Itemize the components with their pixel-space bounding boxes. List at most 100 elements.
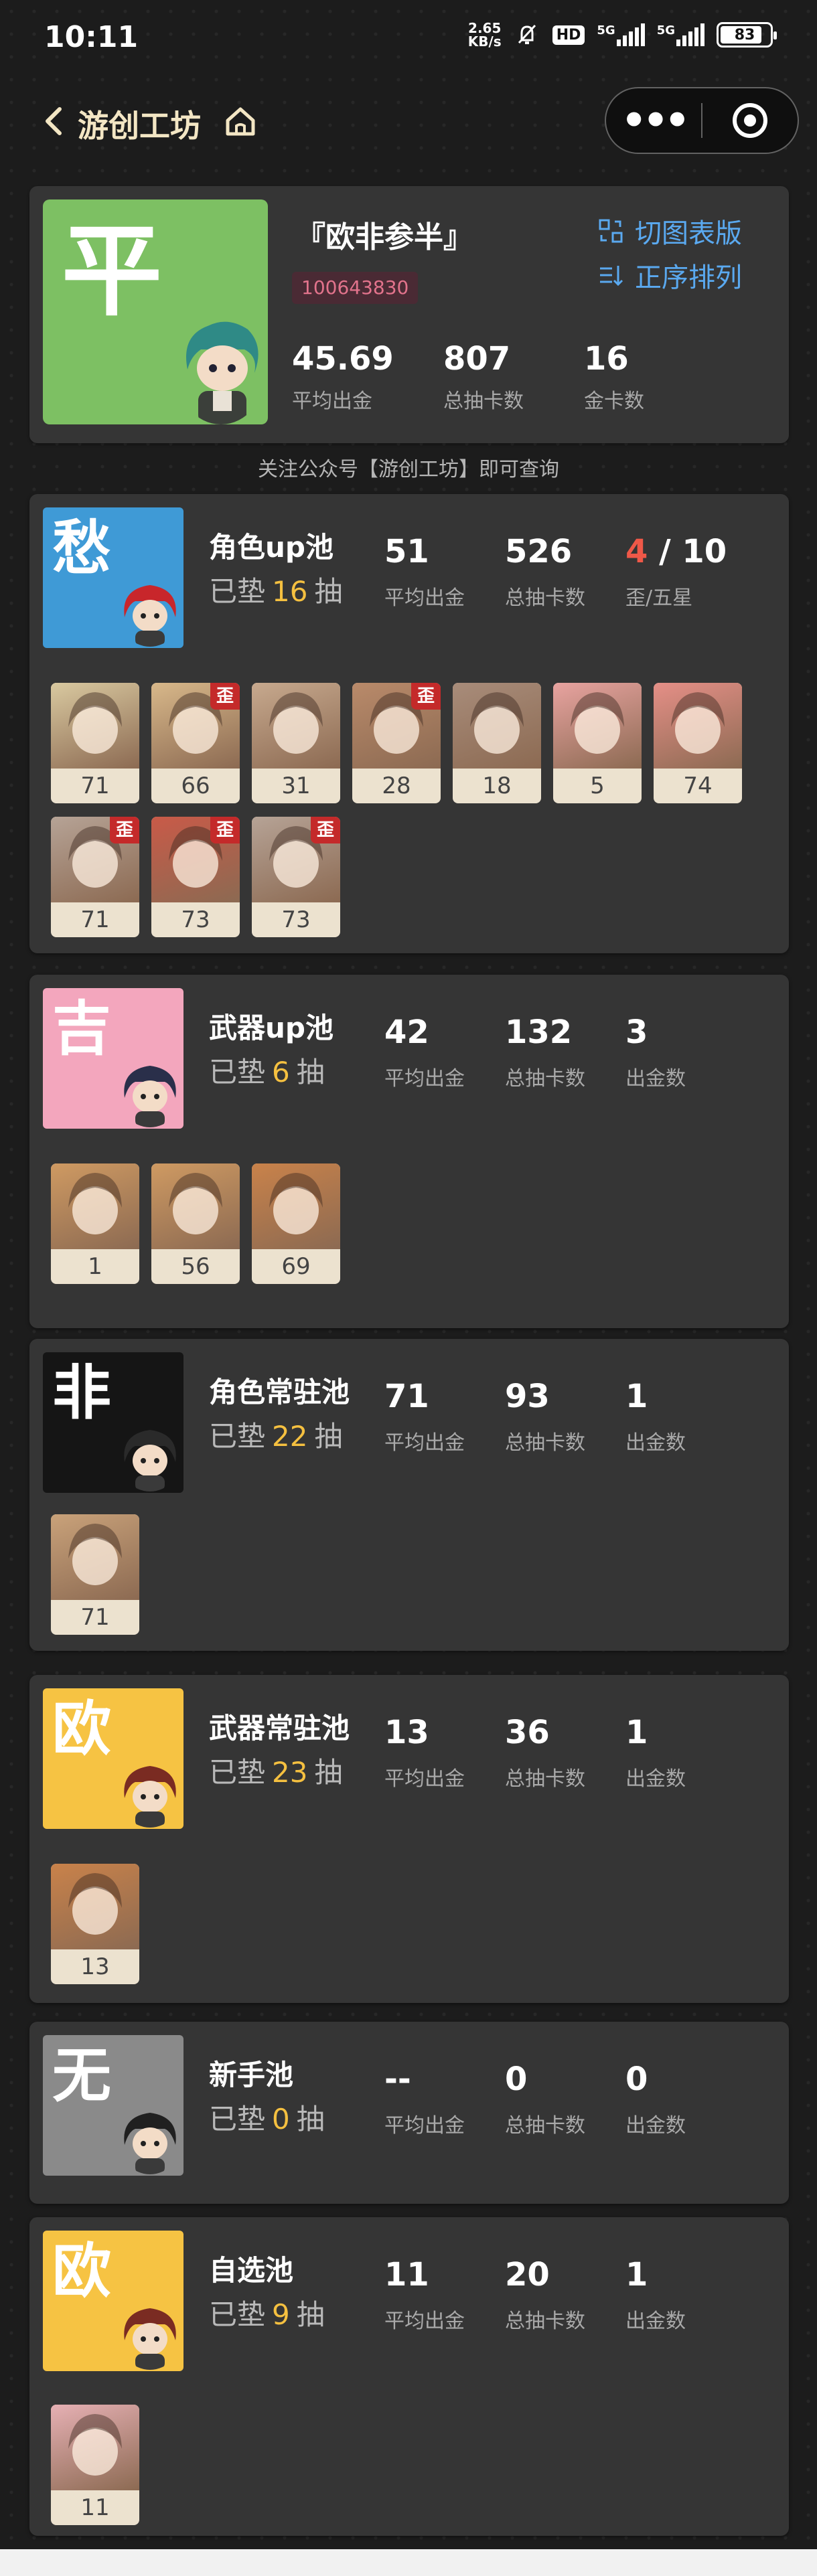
stat-label: 出金数 bbox=[625, 2114, 686, 2138]
pull-history-list: 13 bbox=[51, 1864, 788, 1984]
more-icon: ••• bbox=[621, 97, 690, 144]
stat-label: 总抽卡数 bbox=[505, 1431, 585, 1455]
stat-label: 歪/五星 bbox=[625, 586, 693, 610]
stat-value: 526 bbox=[505, 533, 573, 570]
pool-stat: 526 总抽卡数 bbox=[505, 533, 585, 611]
pool-stat: 1 出金数 bbox=[625, 1714, 686, 1791]
pull-card[interactable]: 71 bbox=[51, 683, 139, 803]
sort-order-label: 正序排列 bbox=[635, 262, 742, 293]
pull-card[interactable]: 56 bbox=[151, 1163, 240, 1284]
pool-rating-char: 欧 bbox=[52, 2237, 112, 2306]
pool-stat: 0 总抽卡数 bbox=[505, 2061, 585, 2138]
pull-history-list: 1 56 69 bbox=[51, 1163, 788, 1284]
pool-stat: 51 平均出金 bbox=[384, 533, 465, 611]
pool-name: 自选池 bbox=[209, 2254, 294, 2287]
character-portrait bbox=[51, 1514, 139, 1600]
target-icon bbox=[732, 103, 767, 138]
switch-chart-button[interactable]: 切图表版 bbox=[597, 212, 742, 250]
stat-label: 平均出金 bbox=[384, 1067, 465, 1091]
close-miniprogram-button[interactable] bbox=[702, 88, 798, 153]
pull-card[interactable]: 18 bbox=[453, 683, 541, 803]
pull-card[interactable]: 11 bbox=[51, 2405, 139, 2525]
stat-value: 132 bbox=[505, 1014, 573, 1051]
pool-stat: 1 出金数 bbox=[625, 2256, 686, 2334]
pool-name: 武器常驻池 bbox=[209, 1712, 350, 1745]
pull-count: 13 bbox=[80, 1953, 110, 1980]
pool-stat: 0 出金数 bbox=[625, 2061, 686, 2138]
stat-value: -- bbox=[384, 2061, 411, 2098]
overall-avg-stat: 45.69 平均出金 bbox=[292, 340, 394, 413]
overall-rating-char: 平 bbox=[62, 214, 163, 330]
pull-card[interactable]: 歪 71 bbox=[51, 817, 139, 937]
stat-value: 4 / 10 bbox=[625, 533, 727, 570]
pull-card[interactable]: 71 bbox=[51, 1514, 139, 1635]
pull-card[interactable]: 74 bbox=[654, 683, 742, 803]
overall-gold-stat: 16 金卡数 bbox=[584, 340, 644, 413]
pool-stat: 132 总抽卡数 bbox=[505, 1014, 585, 1091]
character-portrait bbox=[252, 1163, 340, 1249]
odd-badge: 歪 bbox=[210, 683, 240, 710]
character-portrait bbox=[553, 683, 642, 769]
odd-badge: 歪 bbox=[210, 817, 240, 843]
stat-value: 1 bbox=[625, 1378, 648, 1415]
pull-card[interactable]: 歪 28 bbox=[352, 683, 441, 803]
miniprogram-capsule: ••• bbox=[605, 87, 799, 154]
pity-text: 已垫 6 抽 bbox=[209, 1056, 325, 1089]
switch-chart-label: 切图表版 bbox=[635, 218, 742, 249]
status-indicators: 2.65 KB/s HD 5G 5G 83 bbox=[467, 20, 777, 50]
pity-count: 22 bbox=[272, 1420, 308, 1453]
character-portrait bbox=[51, 1163, 139, 1249]
pull-count: 74 bbox=[683, 773, 713, 799]
pull-card[interactable]: 13 bbox=[51, 1864, 139, 1984]
avatar bbox=[174, 309, 268, 424]
character-portrait bbox=[654, 683, 742, 769]
pool-stat: 11 平均出金 bbox=[384, 2256, 465, 2334]
stat-value: 3 bbox=[625, 1014, 648, 1051]
status-bar: 10:11 2.65 KB/s HD 5G 5G 83 bbox=[0, 0, 817, 74]
back-icon[interactable] bbox=[40, 106, 67, 137]
network-speed: 2.65 KB/s bbox=[467, 20, 502, 50]
avatar bbox=[118, 577, 182, 647]
pool-stat: -- 平均出金 bbox=[384, 2061, 465, 2138]
sort-order-button[interactable]: 正序排列 bbox=[597, 256, 742, 295]
hd-badge: HD bbox=[552, 25, 585, 45]
stat-label: 出金数 bbox=[625, 1067, 686, 1091]
pull-count: 71 bbox=[80, 1604, 110, 1631]
stat-value: 93 bbox=[505, 1378, 550, 1415]
stat-label: 总抽卡数 bbox=[505, 2114, 585, 2138]
stat-label: 总抽卡数 bbox=[505, 586, 585, 610]
pull-card[interactable]: 31 bbox=[252, 683, 340, 803]
uid-badge: 100643830 bbox=[292, 272, 419, 304]
overall-rating-tile: 平 bbox=[43, 199, 268, 424]
character-portrait bbox=[453, 683, 541, 769]
pity-text: 已垫 9 抽 bbox=[209, 2298, 325, 2331]
avatar bbox=[118, 1422, 182, 1492]
odd-badge: 歪 bbox=[311, 817, 340, 843]
pool-name: 角色up池 bbox=[209, 531, 333, 564]
home-icon[interactable] bbox=[224, 106, 257, 137]
pull-card[interactable]: 5 bbox=[553, 683, 642, 803]
pool-stat: 13 平均出金 bbox=[384, 1714, 465, 1791]
odd-count: 4 bbox=[625, 533, 648, 570]
pull-card[interactable]: 歪 66 bbox=[151, 683, 240, 803]
more-button[interactable]: ••• bbox=[606, 88, 701, 153]
pull-card[interactable]: 歪 73 bbox=[252, 817, 340, 937]
stat-value: 0 bbox=[625, 2061, 648, 2098]
odd-badge: 歪 bbox=[411, 683, 441, 710]
pull-card[interactable]: 歪 73 bbox=[151, 817, 240, 937]
pull-count: 71 bbox=[80, 906, 110, 933]
pool-rating-char: 欧 bbox=[52, 1694, 112, 1763]
pull-count: 71 bbox=[80, 773, 110, 799]
pity-count: 6 bbox=[272, 1056, 290, 1089]
pool-rating-tile: 吉 bbox=[43, 988, 183, 1129]
stat-value: 51 bbox=[384, 533, 429, 570]
pool-card: 无 新手池 已垫 0 抽 -- 平均出金 0 总抽卡数 0 出金数 bbox=[29, 2022, 789, 2204]
pull-card[interactable]: 1 bbox=[51, 1163, 139, 1284]
signal-2-icon: 5G bbox=[657, 23, 704, 46]
pull-card[interactable]: 69 bbox=[252, 1163, 340, 1284]
avatar bbox=[118, 2300, 182, 2370]
stat-value: 36 bbox=[505, 1714, 550, 1751]
nav-title: 游创工坊 bbox=[78, 108, 201, 144]
alarm-off-icon bbox=[518, 24, 536, 44]
pity-text: 已垫 0 抽 bbox=[209, 2103, 325, 2136]
